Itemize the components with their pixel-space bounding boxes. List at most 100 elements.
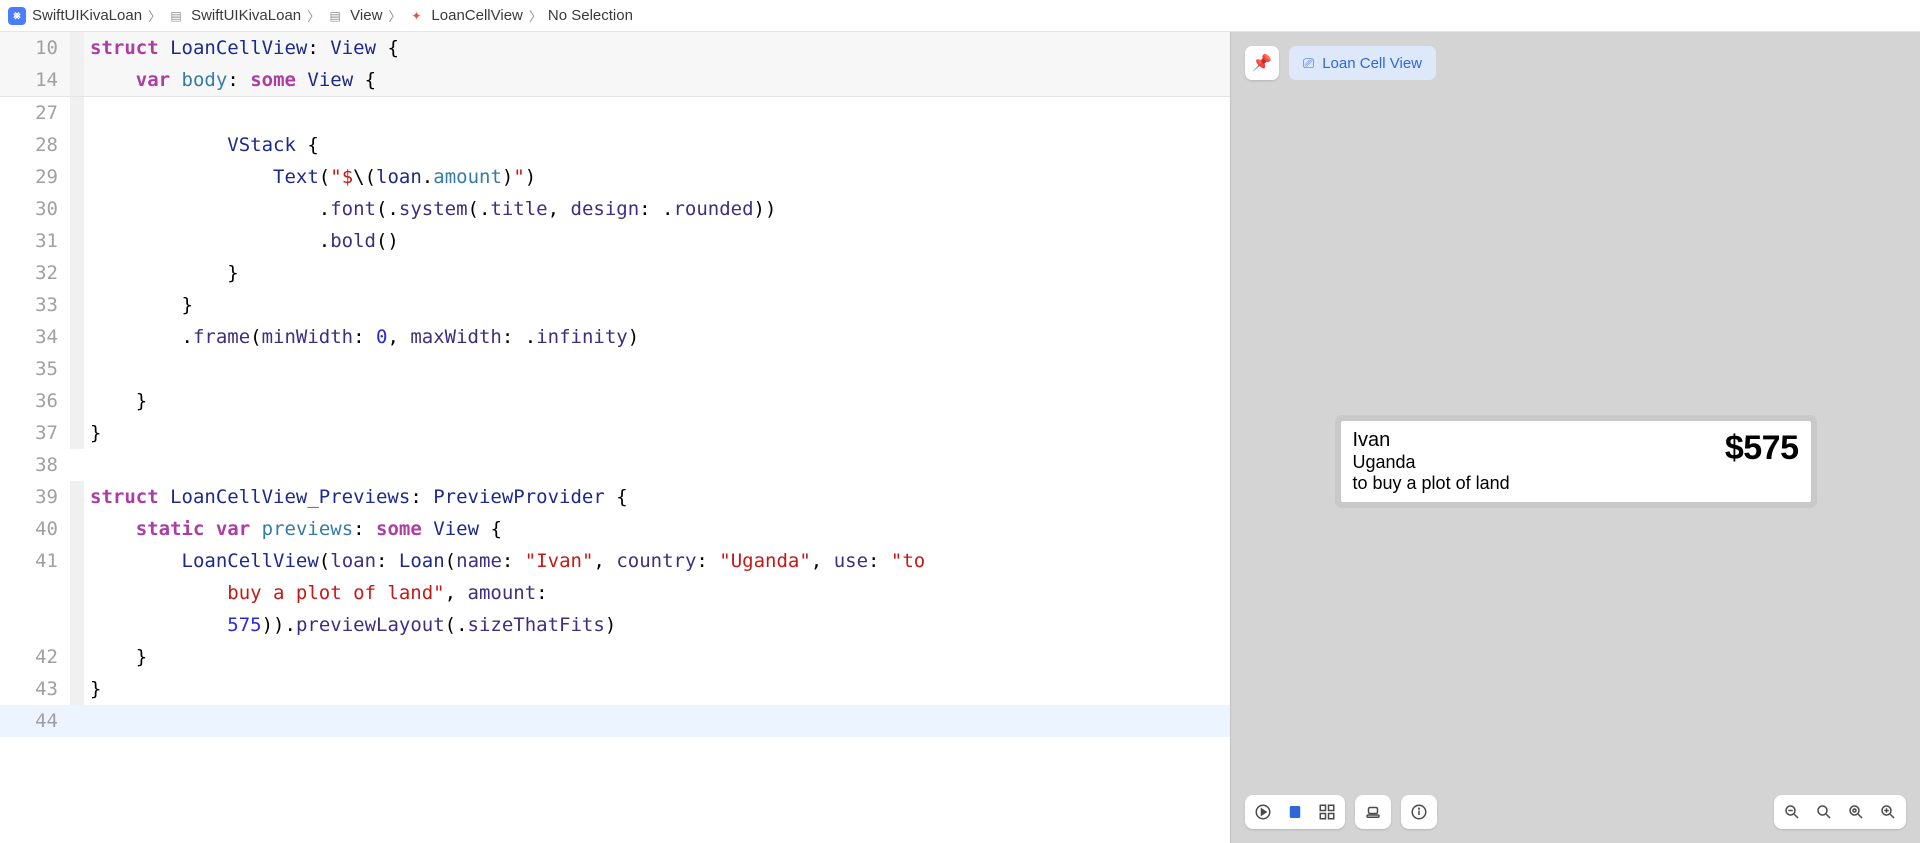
fold-ribbon[interactable] — [70, 385, 84, 417]
code-line[interactable]: buy a plot of land", amount: — [0, 577, 1230, 609]
zoom-fit-icon[interactable] — [1846, 802, 1866, 822]
fold-ribbon[interactable] — [70, 673, 84, 705]
fold-ribbon[interactable] — [70, 225, 84, 257]
app-icon: ⨳ — [8, 7, 26, 25]
code-line[interactable]: 27 — [0, 97, 1230, 129]
code-line[interactable]: 37} — [0, 417, 1230, 449]
fold-ribbon[interactable] — [70, 129, 84, 161]
code-content[interactable]: } — [90, 673, 101, 705]
fold-ribbon[interactable] — [70, 545, 84, 577]
breadcrumb-file[interactable]: LoanCellView — [431, 7, 522, 24]
line-number — [0, 609, 70, 641]
sticky-header: 10 struct LoanCellView: View {14 var body… — [0, 32, 1230, 97]
fold-ribbon[interactable] — [70, 641, 84, 673]
variants-icon[interactable] — [1317, 802, 1337, 822]
preview-pane: 📌 ⎚ Loan Cell View Ivan Uganda to buy a … — [1230, 32, 1920, 843]
selectable-preview-icon[interactable] — [1285, 802, 1305, 822]
code-line[interactable]: 44 — [0, 705, 1230, 737]
code-line[interactable]: 31 .bold() — [0, 225, 1230, 257]
preview-info-toolbar — [1401, 795, 1437, 829]
code-line[interactable]: 35 — [0, 353, 1230, 385]
line-number: 29 — [0, 161, 70, 193]
code-content[interactable]: struct LoanCellView_Previews: PreviewPro… — [90, 481, 628, 513]
code-line[interactable]: 29 Text("$\(loan.amount)") — [0, 161, 1230, 193]
code-line[interactable]: 40 static var previews: some View { — [0, 513, 1230, 545]
line-number: 35 — [0, 353, 70, 385]
fold-ribbon[interactable] — [70, 161, 84, 193]
line-number: 39 — [0, 481, 70, 513]
code-content[interactable]: struct LoanCellView: View { — [90, 32, 399, 64]
fold-ribbon[interactable] — [70, 481, 84, 513]
code-line[interactable]: 38 — [0, 449, 1230, 481]
code-content[interactable]: } — [90, 641, 147, 673]
pin-preview-button[interactable]: 📌 — [1245, 46, 1279, 80]
fold-ribbon[interactable] — [70, 64, 84, 96]
code-line[interactable]: 34 .frame(minWidth: 0, maxWidth: .infini… — [0, 321, 1230, 353]
breadcrumb-project[interactable]: SwiftUIKivaLoan — [32, 7, 142, 24]
code-line[interactable]: 32 } — [0, 257, 1230, 289]
line-number: 42 — [0, 641, 70, 673]
code-content[interactable]: buy a plot of land", amount: — [90, 577, 559, 609]
live-preview-icon[interactable] — [1253, 802, 1273, 822]
line-number: 10 — [0, 32, 70, 64]
chevron-icon: 〉 — [388, 6, 401, 25]
code-line[interactable]: 28 VStack { — [0, 129, 1230, 161]
zoom-actual-icon[interactable] — [1814, 802, 1834, 822]
loan-name: Ivan — [1353, 429, 1510, 452]
line-number: 44 — [0, 705, 70, 737]
fold-ribbon[interactable] — [70, 577, 84, 609]
code-content[interactable]: } — [90, 417, 101, 449]
code-content[interactable]: .font(.system(.title, design: .rounded)) — [90, 193, 776, 225]
code-line[interactable]: 10 struct LoanCellView: View { — [0, 32, 1230, 64]
preview-chip-label: Loan Cell View — [1322, 55, 1422, 72]
code-line[interactable]: 42 } — [0, 641, 1230, 673]
fold-ribbon[interactable] — [70, 257, 84, 289]
fold-ribbon[interactable] — [70, 321, 84, 353]
fold-ribbon[interactable] — [70, 353, 84, 385]
info-icon[interactable] — [1409, 802, 1429, 822]
code-content[interactable]: .frame(minWidth: 0, maxWidth: .infinity) — [90, 321, 639, 353]
code-line[interactable]: 14 var body: some View { — [0, 64, 1230, 96]
fold-ribbon[interactable] — [70, 449, 84, 481]
code-content[interactable]: } — [90, 289, 193, 321]
device-settings-icon[interactable] — [1363, 802, 1383, 822]
code-content[interactable]: var body: some View { — [90, 64, 376, 96]
code-content[interactable]: } — [90, 385, 147, 417]
fold-ribbon[interactable] — [70, 705, 84, 737]
breadcrumb-target[interactable]: SwiftUIKivaLoan — [191, 7, 301, 24]
code-content[interactable]: Text("$\(loan.amount)") — [90, 161, 536, 193]
fold-ribbon[interactable] — [70, 513, 84, 545]
code-content[interactable]: .bold() — [90, 225, 399, 257]
preview-canvas[interactable]: Ivan Uganda to buy a plot of land $575 — [1231, 80, 1920, 843]
code-line[interactable]: 575)).previewLayout(.sizeThatFits) — [0, 609, 1230, 641]
fold-ribbon[interactable] — [70, 193, 84, 225]
breadcrumb-selection[interactable]: No Selection — [548, 7, 633, 24]
code-content[interactable]: static var previews: some View { — [90, 513, 502, 545]
fold-ribbon[interactable] — [70, 97, 84, 129]
code-line[interactable]: 41 LoanCellView(loan: Loan(name: "Ivan",… — [0, 545, 1230, 577]
folder-icon: ▤ — [326, 7, 344, 25]
code-line[interactable]: 43} — [0, 673, 1230, 705]
code-content[interactable]: LoanCellView(loan: Loan(name: "Ivan", co… — [90, 545, 937, 577]
breadcrumb-folder[interactable]: View — [350, 7, 382, 24]
zoom-in-icon[interactable] — [1878, 802, 1898, 822]
code-content[interactable]: 575)).previewLayout(.sizeThatFits) — [90, 609, 616, 641]
folder-icon: ▤ — [167, 7, 185, 25]
line-number: 41 — [0, 545, 70, 577]
breadcrumb[interactable]: ⨳ SwiftUIKivaLoan 〉 ▤ SwiftUIKivaLoan 〉 … — [0, 0, 1920, 32]
zoom-toolbar — [1774, 795, 1906, 829]
code-editor[interactable]: 10 struct LoanCellView: View {14 var body… — [0, 32, 1230, 843]
fold-ribbon[interactable] — [70, 417, 84, 449]
loan-amount: $575 — [1725, 429, 1799, 468]
code-line[interactable]: 39 struct LoanCellView_Previews: PreviewP… — [0, 481, 1230, 513]
zoom-out-icon[interactable] — [1782, 802, 1802, 822]
code-content[interactable]: } — [90, 257, 239, 289]
preview-chip[interactable]: ⎚ Loan Cell View — [1289, 46, 1436, 80]
fold-ribbon[interactable] — [70, 289, 84, 321]
fold-ribbon[interactable] — [70, 609, 84, 641]
code-line[interactable]: 30 .font(.system(.title, design: .rounde… — [0, 193, 1230, 225]
code-line[interactable]: 33 } — [0, 289, 1230, 321]
fold-ribbon[interactable] — [70, 32, 84, 64]
code-line[interactable]: 36 } — [0, 385, 1230, 417]
code-content[interactable]: VStack { — [90, 129, 319, 161]
